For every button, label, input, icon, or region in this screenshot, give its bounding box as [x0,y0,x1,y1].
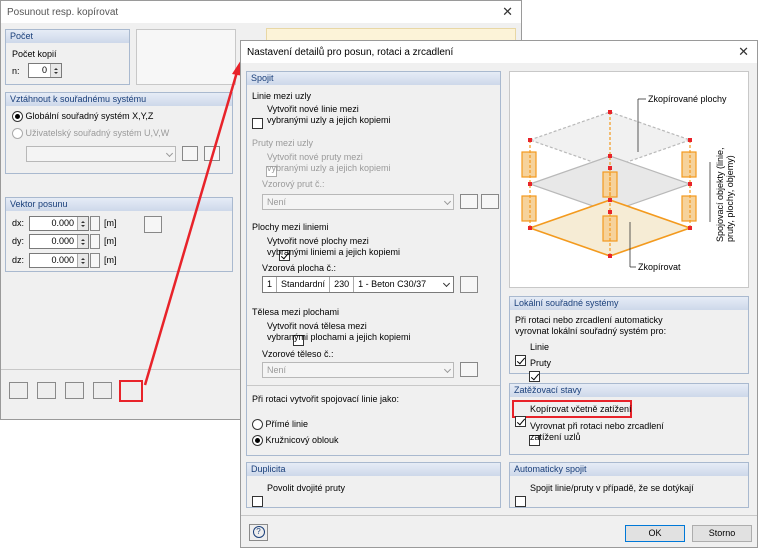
zatezovaci-group: Zatěžovací stavy Kopírovat včetně zatíže… [509,383,749,455]
plochy-title: Plochy mezi liniemi [252,222,329,232]
pruty-title: Pruty mezi uzly [252,138,314,148]
details-title: Nastavení detailů pro posun, rotaci a zr… [247,46,454,58]
duplicita-group: Duplicita Povolit dvojité pruty [246,462,501,508]
pruty-check-line1: Vytvořit nové pruty mezi [267,152,363,162]
linie-check-line2: vybranými uzly a jejich kopiemi [267,115,391,125]
diagram-svg [521,98,711,268]
spojit-group: Spojit Linie mezi uzly Vytvořit nové lin… [246,71,501,456]
diagram-side-label: Spojovací objekty (linie, pruty, plochy,… [715,147,735,242]
telesa-title: Tělesa mezi plochami [252,307,340,317]
lokalni-pruty-checkbox[interactable] [528,371,540,383]
lokalni-text-line2: vyrovnat lokální souřadný systém pro: [515,326,667,336]
spojit-divider [247,385,500,386]
structure-diagram: Zkopírované plochy Zkopírovat Spojovací … [509,71,749,288]
auto-spojit-label: Spojit linie/pruty v případě, že se dotý… [530,483,694,493]
chevron-down-icon [443,365,452,374]
lokalni-group: Lokální souřadné systémy Při rotaci nebo… [509,296,749,383]
chevron-down-icon [442,279,451,288]
vzorove-teleso-select[interactable]: Není [262,362,454,378]
bottom-divider [241,515,757,516]
dvojite-pruty-label: Povolit dvojité pruty [267,483,346,493]
radio-icon[interactable] [252,435,263,447]
lokalni-header: Lokální souřadné systémy [510,297,748,310]
diagram-top-label: Zkopírované plochy [648,94,727,104]
pick-teleso-button[interactable] [460,362,478,377]
lokalni-linie-checkbox[interactable] [515,355,526,367]
pruty-check-line2: vybranými uzly a jejich kopiemi [267,163,391,173]
telesa-check-line2: vybranými plochami a jejich kopiemi [267,332,411,342]
lokalni-text-line1: Při rotaci nebo zrcadlení automaticky [515,315,663,325]
linie-check-line1: Vytvořit nové linie mezi [267,104,359,114]
vzorova-plocha-select[interactable]: 1 Standardní 230 1 - Beton C30/37 [262,276,454,293]
plochy-check-line2: vybranými liniemi a jejich kopiemi [267,247,401,257]
prime-linie-option[interactable]: Přímé linie [252,419,308,431]
spojit-header: Spojit [247,72,500,85]
kopirovat-checkbox[interactable] [515,416,526,428]
kruznicovy-option[interactable]: Kružnicový oblouk [252,435,339,447]
dvojite-pruty-checkbox[interactable] [252,496,263,508]
duplicita-header: Duplicita [247,463,500,476]
help-button[interactable]: ? [249,524,268,541]
auto-group: Automaticky spojit Spojit linie/pruty v … [509,462,749,508]
lokalni-pruty-label: Pruty [530,358,552,368]
vyrovnat-line2: zatížení uzlů [530,432,581,442]
vzorovy-prut-select[interactable]: Není [262,194,454,210]
auto-spojit-checkbox[interactable] [515,496,526,508]
close-icon[interactable]: ✕ [738,44,749,60]
radio-icon[interactable] [252,419,263,431]
vzorove-teleso-label: Vzorové těleso č.: [262,349,334,359]
new-prut-button[interactable] [481,194,499,209]
rotace-title: Při rotaci vytvořit spojovací linie jako… [252,394,400,404]
pick-prut-button[interactable] [460,194,478,209]
kopirovat-label: Kopírovat včetně zatížení [530,404,632,414]
details-dialog: Nastavení detailů pro posun, rotaci a zr… [240,40,758,548]
vzorovy-prut-label: Vzorový prut č.: [262,179,325,189]
help-icon: ? [252,526,265,538]
vyrovnat-line1: Vyrovnat při rotaci nebo zrcadlení [530,421,664,431]
diagram-bottom-label: Zkopírovat [638,262,681,272]
cancel-button[interactable]: Storno [692,525,752,542]
pick-plocha-button[interactable] [460,276,478,293]
details-titlebar: Nastavení detailů pro posun, rotaci a zr… [241,41,757,63]
chevron-down-icon [443,197,452,206]
plochy-check-line1: Vytvořit nové plochy mezi [267,236,369,246]
linie-checkbox[interactable] [252,118,263,130]
ok-button[interactable]: OK [625,525,685,542]
telesa-check-line1: Vytvořit nová tělesa mezi [267,321,367,331]
lokalni-linie-label: Linie [530,342,550,352]
vzorova-plocha-label: Vzorová plocha č.: [262,263,337,273]
auto-header: Automaticky spojit [510,463,748,476]
zatezovaci-header: Zatěžovací stavy [510,384,748,397]
linie-title: Linie mezi uzly [252,91,312,101]
